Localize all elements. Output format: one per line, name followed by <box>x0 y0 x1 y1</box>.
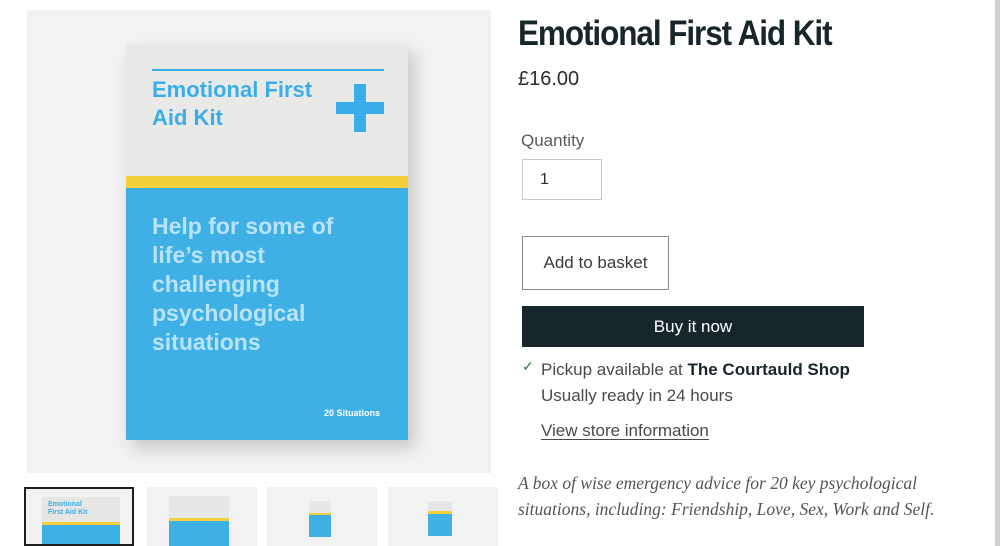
thumbnail-1[interactable]: Emotional First Aid Kit <box>24 487 134 546</box>
pickup-prefix: Pickup available at <box>541 360 688 379</box>
thumbnail-box-body <box>42 525 120 544</box>
thumbnail-box-body <box>169 521 229 546</box>
product-main-image[interactable]: Emotional First Aid Kit Help for some of… <box>27 10 491 473</box>
box-lid-title: Emotional First Aid Kit <box>152 77 313 130</box>
pickup-ready-time: Usually ready in 24 hours <box>541 386 733 405</box>
check-icon: ✓ <box>522 358 534 374</box>
thumbnail-box-body <box>428 514 452 536</box>
thumbnail-box-lid <box>428 501 452 511</box>
buy-it-now-button[interactable]: Buy it now <box>522 306 864 347</box>
thumbnail-strip: Emotional First Aid Kit <box>24 487 498 546</box>
product-description: A box of wise emergency advice for 20 ke… <box>518 473 935 519</box>
add-to-basket-button[interactable]: Add to basket <box>522 236 669 290</box>
quantity-input[interactable] <box>522 159 602 200</box>
box-lid: Emotional First Aid Kit <box>126 44 408 176</box>
product-price: £16.00 <box>518 68 580 90</box>
box-yellow-band <box>126 176 408 188</box>
thumbnail-box-lid <box>169 496 229 518</box>
thumbnail-2[interactable] <box>147 487 257 546</box>
product-title: Emotional First Aid Kit <box>518 14 833 53</box>
box-body: Help for some of life’s most challenging… <box>126 188 408 440</box>
box-situations-label: 20 Situations <box>323 408 380 418</box>
pickup-availability: Pickup available at The Courtauld Shop <box>541 360 850 380</box>
thumbnail-3[interactable] <box>267 487 377 546</box>
quantity-label: Quantity <box>521 131 585 150</box>
product-box-illustration: Emotional First Aid Kit Help for some of… <box>126 44 408 440</box>
lid-rule <box>152 69 384 71</box>
thumbnail-4[interactable] <box>388 487 498 546</box>
thumbnail-caption: Emotional First Aid Kit <box>48 501 88 516</box>
view-store-information-link[interactable]: View store information <box>541 421 709 441</box>
thumbnail-box-lid <box>309 501 331 513</box>
thumbnail-box-body <box>309 515 331 537</box>
medical-cross-icon <box>336 84 384 132</box>
pickup-store-name: The Courtauld Shop <box>687 360 850 379</box>
page-edge <box>995 0 1000 546</box>
box-tagline: Help for some of life’s most challenging… <box>152 213 334 355</box>
